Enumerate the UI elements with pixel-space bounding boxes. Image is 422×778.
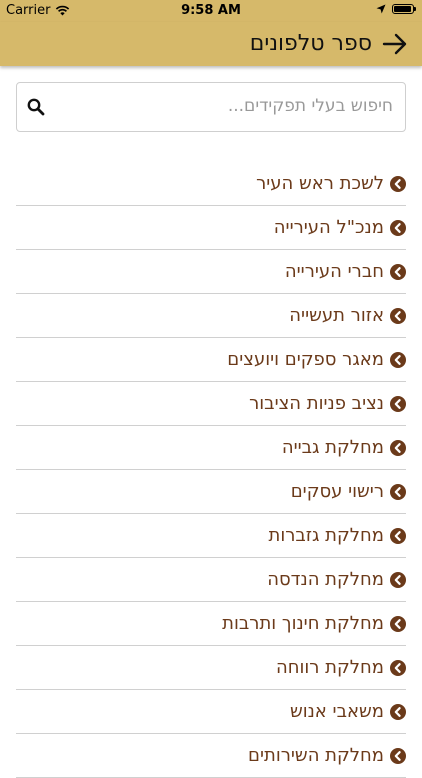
chevron-left-circle-icon: [390, 263, 406, 280]
chevron-left-circle-icon: [390, 703, 406, 720]
chevron-left-circle-icon: [390, 439, 406, 456]
list-item[interactable]: מחלקת הנדסה: [16, 558, 406, 602]
list-item-label: לשכת ראש העיר: [256, 173, 384, 194]
chevron-left-circle-icon: [390, 307, 406, 324]
chevron-left-circle-icon: [390, 615, 406, 632]
list-item-label: מחלקת גבייה: [281, 437, 384, 458]
list-item-label: מחלקת השירותים: [248, 745, 384, 766]
list-item[interactable]: משאבי אנוש: [16, 690, 406, 734]
chevron-left-circle-icon: [390, 351, 406, 368]
list-item[interactable]: רישוי עסקים: [16, 470, 406, 514]
list-item[interactable]: לשכת ראש העיר: [16, 162, 406, 206]
page-title: ספר טלפונים: [249, 31, 372, 56]
search-icon[interactable]: [27, 98, 45, 116]
status-right: [376, 4, 416, 14]
list-item-label: מחלקת גזברות: [268, 525, 385, 546]
chevron-left-circle-icon: [390, 659, 406, 676]
list-item-label: מחלקת הנדסה: [267, 569, 384, 590]
chevron-left-circle-icon: [390, 571, 406, 588]
list-item[interactable]: מחלקת השירותים: [16, 734, 406, 778]
battery-fill: [394, 6, 412, 12]
list-item-label: מחלקת רווחה: [275, 657, 384, 678]
chevron-left-circle-icon: [390, 395, 406, 412]
list-item[interactable]: מחלקת רווחה: [16, 646, 406, 690]
list-item-label: חברי העירייה: [284, 261, 384, 282]
chevron-left-circle-icon: [390, 219, 406, 236]
search-box[interactable]: חיפוש בעלי תפקידים...: [16, 82, 406, 132]
list-item-label: מנכ"ל העירייה: [273, 217, 384, 238]
list-item[interactable]: אזור תעשייה: [16, 294, 406, 338]
search-input[interactable]: חיפוש בעלי תפקידים...: [228, 96, 393, 116]
chevron-left-circle-icon: [390, 175, 406, 192]
list-item[interactable]: מאגר ספקים ויועצים: [16, 338, 406, 382]
status-bar: Carrier 9:58 AM: [0, 0, 422, 22]
list-item-label: מחלקת חינוך ותרבות: [222, 613, 384, 634]
arrow-right-icon[interactable]: [382, 32, 408, 56]
list-item[interactable]: מחלקת גבייה: [16, 426, 406, 470]
list-item-label: נציב פניות הציבור: [249, 393, 384, 414]
list-item-label: משאבי אנוש: [289, 701, 384, 722]
chevron-left-circle-icon: [390, 483, 406, 500]
list-item-label: אזור תעשייה: [289, 305, 384, 326]
department-list: לשכת ראש העיר מנכ"ל העירייה חברי העירייה אז…: [16, 162, 406, 778]
list-item-label: מאגר ספקים ויועצים: [227, 349, 384, 370]
list-item[interactable]: מנכ"ל העירייה: [16, 206, 406, 250]
status-time: 9:58 AM: [181, 3, 241, 18]
nav-bar: ספר טלפונים: [0, 22, 422, 66]
list-item[interactable]: מחלקת חינוך ותרבות: [16, 602, 406, 646]
location-arrow-icon: [376, 4, 386, 14]
list-item[interactable]: חברי העירייה: [16, 250, 406, 294]
chevron-left-circle-icon: [390, 527, 406, 544]
battery-icon: [392, 4, 416, 14]
list-item-label: רישוי עסקים: [290, 481, 384, 502]
list-item[interactable]: נציב פניות הציבור: [16, 382, 406, 426]
list-item[interactable]: מחלקת גזברות: [16, 514, 406, 558]
